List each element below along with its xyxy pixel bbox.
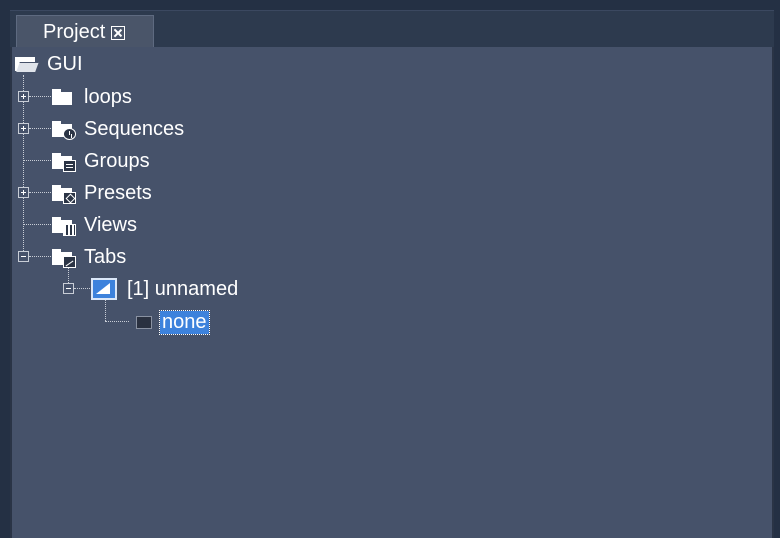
tree-item-label: Views bbox=[84, 213, 137, 236]
tree-item-label: loops bbox=[84, 85, 132, 108]
expand-sequences-toggle[interactable] bbox=[18, 123, 29, 134]
project-tree: GUI loops Sequences Groups Presets Views… bbox=[10, 47, 774, 538]
tree-item-unnamed-tab[interactable]: [1] unnamed bbox=[91, 275, 240, 303]
project-panel: Project GUI loops Sequences Groups Prese… bbox=[0, 0, 780, 538]
tree-connector bbox=[23, 224, 51, 225]
tree-connector bbox=[23, 75, 24, 255]
tree-connector bbox=[29, 96, 51, 97]
tree-item-views[interactable]: Views bbox=[52, 211, 139, 239]
tree-item-none[interactable]: none bbox=[136, 308, 210, 336]
none-icon bbox=[136, 315, 152, 329]
collapse-unnamed-toggle[interactable] bbox=[63, 283, 74, 294]
open-folder-icon bbox=[15, 55, 39, 73]
tree-connector bbox=[23, 160, 51, 161]
tree-item-loops[interactable]: loops bbox=[52, 83, 134, 111]
tab-project-label: Project bbox=[43, 21, 106, 43]
tree-connector bbox=[29, 256, 51, 257]
collapse-tabs-toggle[interactable] bbox=[18, 251, 29, 262]
expand-loops-toggle[interactable] bbox=[18, 91, 29, 102]
presets-folder-icon bbox=[52, 184, 76, 204]
close-icon[interactable] bbox=[111, 25, 126, 40]
tree-item-label: Tabs bbox=[84, 245, 127, 268]
tree-item-label: Sequences bbox=[84, 117, 185, 140]
tree-item-sequences[interactable]: Sequences bbox=[52, 115, 186, 143]
tree-item-presets[interactable]: Presets bbox=[52, 179, 154, 207]
tree-item-label: none bbox=[159, 309, 210, 335]
folder-icon bbox=[52, 88, 74, 106]
tree-item-gui[interactable]: GUI bbox=[15, 50, 85, 78]
tree-connector bbox=[105, 321, 129, 322]
tree-connector bbox=[29, 128, 51, 129]
tree-item-groups[interactable]: Groups bbox=[52, 147, 152, 175]
tree-item-label: Groups bbox=[84, 149, 150, 172]
sequence-folder-icon bbox=[52, 120, 76, 140]
tree-connector bbox=[74, 288, 90, 289]
tabs-folder-icon bbox=[52, 248, 76, 268]
tree-item-label: Presets bbox=[84, 181, 152, 204]
tree-item-tabs[interactable]: Tabs bbox=[52, 243, 128, 271]
tab-project[interactable]: Project bbox=[16, 15, 154, 49]
tree-item-label: [1] unnamed bbox=[127, 277, 239, 300]
tree-connector bbox=[29, 192, 51, 193]
tab-icon bbox=[91, 278, 117, 300]
views-folder-icon bbox=[52, 216, 76, 236]
expand-presets-toggle[interactable] bbox=[18, 187, 29, 198]
panel-tab-bar: Project bbox=[10, 10, 774, 49]
tree-item-label: GUI bbox=[47, 52, 83, 75]
groups-folder-icon bbox=[52, 152, 76, 172]
